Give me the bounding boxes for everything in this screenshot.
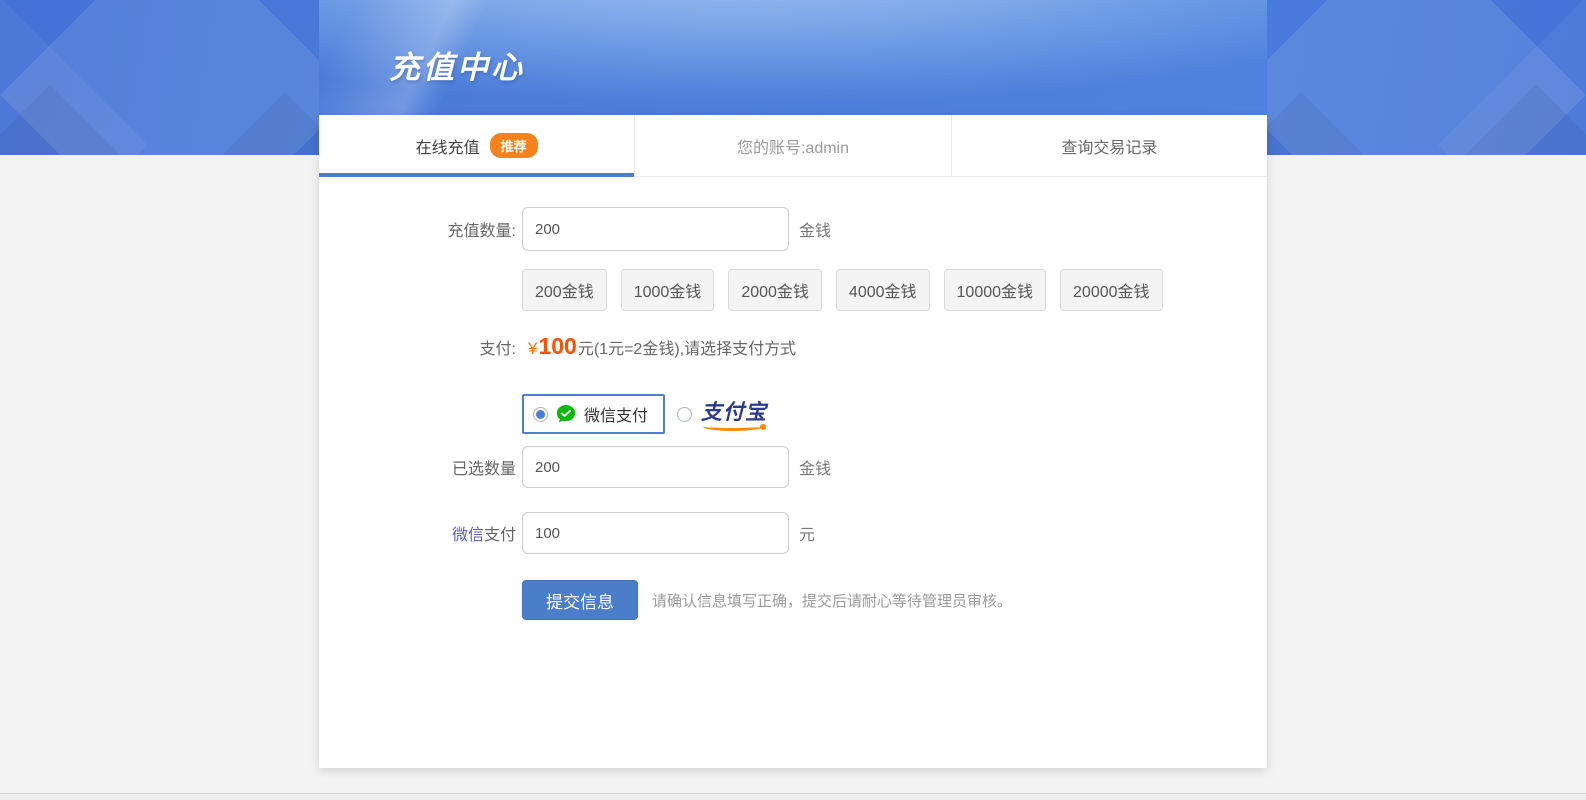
recharge-amount-label: 充值数量: [319, 217, 516, 241]
tab-account[interactable]: 您的账号:admin [634, 115, 950, 176]
quick-amount-button-2000[interactable]: 2000金钱 [728, 269, 822, 311]
tab-online-recharge-label: 在线充值 [416, 134, 480, 158]
recharge-card: 在线充值 推荐 您的账号:admin 查询交易记录 充值数量: 金钱 200金钱… [319, 115, 1267, 768]
selected-amount-input[interactable] [522, 446, 789, 488]
tab-online-recharge[interactable]: 在线充值 推荐 [319, 115, 634, 176]
footer-divider [0, 793, 1586, 800]
tab-account-label: 您的账号:admin [737, 134, 849, 158]
pay-method-suffix: 支付 [484, 527, 516, 544]
quick-amount-button-20000[interactable]: 20000金钱 [1060, 269, 1163, 311]
pay-amount-input[interactable] [522, 512, 789, 554]
selected-amount-row: 已选数量 金钱 [319, 446, 1267, 488]
tab-bar: 在线充值 推荐 您的账号:admin 查询交易记录 [319, 115, 1267, 177]
submit-hint-text: 请确认信息填写正确，提交后请耐心等待管理员审核。 [652, 590, 1012, 611]
tab-transaction-history-label: 查询交易记录 [1061, 134, 1157, 158]
submit-button[interactable]: 提交信息 [522, 580, 638, 620]
wechat-pay-radio[interactable] [533, 407, 548, 422]
recommended-badge: 推荐 [490, 133, 538, 158]
wechat-pay-label: 微信支付 [584, 402, 648, 426]
header-pattern-right [1256, 0, 1586, 155]
payment-method-row: 微信支付 支付宝 [319, 394, 1267, 434]
currency-symbol: ¥ [528, 339, 537, 359]
alipay-logo: 支付宝 [701, 396, 767, 432]
recharge-amount-unit: 金钱 [799, 217, 831, 241]
quick-amount-button-1000[interactable]: 1000金钱 [621, 269, 715, 311]
header-pattern-left [0, 0, 330, 155]
selected-amount-label: 已选数量 [319, 455, 516, 479]
payment-rate-note: 元(1元=2金钱),请选择支付方式 [578, 335, 796, 359]
pay-amount-label: 微信支付 [319, 521, 516, 545]
wechat-pay-icon [555, 403, 577, 425]
alipay-logo-text: 支付宝 [701, 401, 767, 424]
alipay-radio[interactable] [677, 407, 692, 422]
alipay-option[interactable]: 支付宝 [677, 396, 767, 432]
pay-method-name: 微信 [452, 527, 484, 544]
quick-amount-button-200[interactable]: 200金钱 [522, 269, 607, 311]
recharge-amount-row: 充值数量: 金钱 [319, 207, 1267, 251]
quick-amount-button-10000[interactable]: 10000金钱 [944, 269, 1047, 311]
recharge-form: 充值数量: 金钱 200金钱 1000金钱 2000金钱 4000金钱 1000… [319, 177, 1267, 620]
wechat-pay-option[interactable]: 微信支付 [522, 394, 665, 434]
pay-amount-row: 微信支付 元 [319, 512, 1267, 554]
recharge-amount-input[interactable] [522, 207, 789, 251]
selected-amount-unit: 金钱 [799, 455, 831, 479]
payment-summary-row: 支付: ¥ 100 元(1元=2金钱),请选择支付方式 [319, 333, 1267, 360]
page-title: 充值中心 [389, 42, 525, 87]
quick-amount-button-4000[interactable]: 4000金钱 [836, 269, 930, 311]
submit-row: 提交信息 请确认信息填写正确，提交后请耐心等待管理员审核。 [319, 580, 1267, 620]
payment-amount: 100 [538, 333, 576, 360]
quick-amount-row: 200金钱 1000金钱 2000金钱 4000金钱 10000金钱 20000… [319, 269, 1267, 311]
tab-transaction-history[interactable]: 查询交易记录 [951, 115, 1267, 176]
payment-summary-label: 支付: [319, 335, 516, 359]
alipay-logo-swoosh [703, 422, 763, 431]
pay-amount-unit: 元 [799, 521, 815, 545]
